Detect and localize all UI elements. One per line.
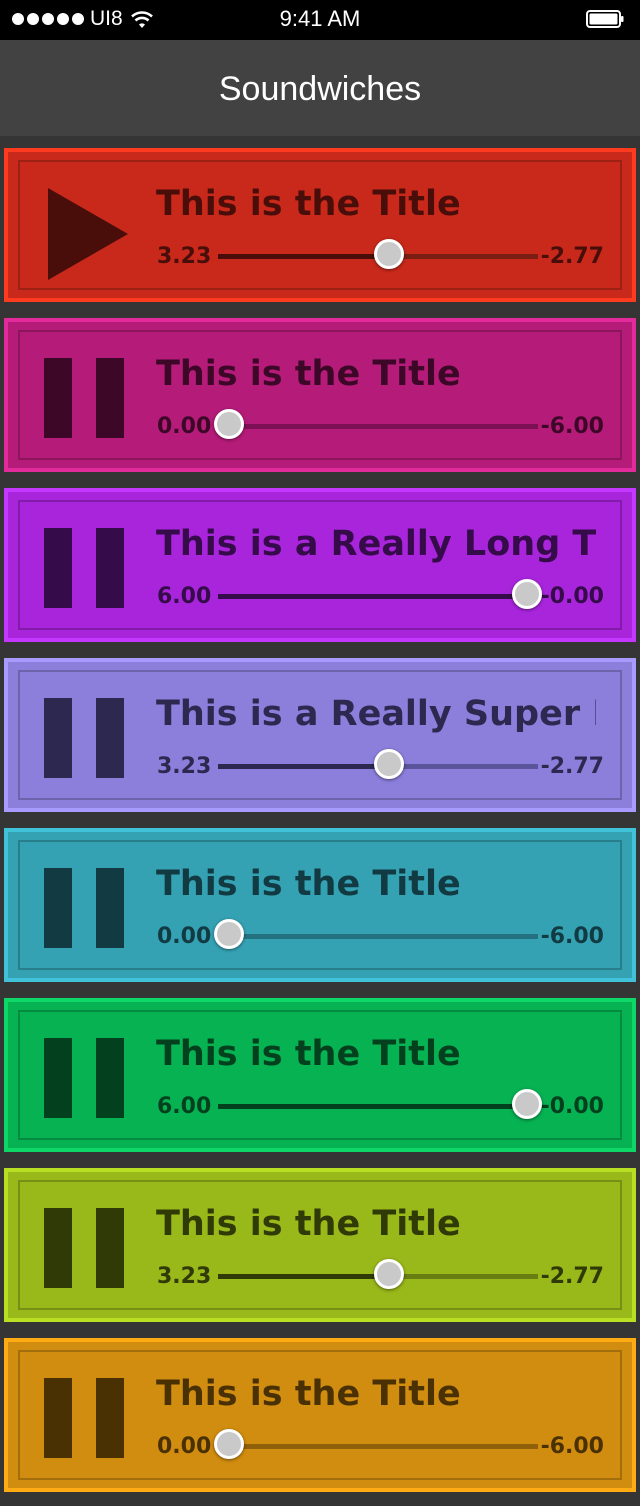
track-cell[interactable]: This is the Title 0.00 -6.00: [4, 1338, 636, 1492]
track-cell[interactable]: This is the Title 3.23 -2.77: [4, 148, 636, 302]
remaining-time: -0.00: [540, 584, 604, 609]
remaining-time: -6.00: [540, 1434, 604, 1459]
pause-bar: [96, 358, 124, 438]
progress-fill: [218, 254, 391, 259]
elapsed-time: 6.00: [157, 1094, 212, 1119]
elapsed-time: 0.00: [157, 1434, 212, 1459]
pause-button[interactable]: [44, 868, 128, 950]
elapsed-time: 0.00: [157, 414, 212, 439]
nav-title: Soundwiches: [218, 70, 422, 108]
track-cell[interactable]: This is a Really Super Lo... 3.23 -2.77: [4, 658, 636, 812]
navigation-bar: Soundwiches: [0, 40, 640, 136]
track-list[interactable]: This is the Title 3.23 -2.77 This is the Ti…: [0, 136, 640, 1506]
track-cell[interactable]: This is a Really Long Title 6.00 -0.00: [4, 488, 636, 642]
track-cell[interactable]: This is the Title 6.00 -0.00: [4, 998, 636, 1152]
elapsed-time: 3.23: [157, 754, 212, 779]
pause-bar: [44, 1208, 72, 1288]
pause-bar: [44, 698, 72, 778]
elapsed-time: 3.23: [157, 1264, 212, 1289]
pause-bar: [96, 1038, 124, 1118]
track-cell[interactable]: This is the Title 0.00 -6.00: [4, 828, 636, 982]
track-cell[interactable]: This is the Title 3.23 -2.77: [4, 1168, 636, 1322]
remaining-time: -6.00: [540, 924, 604, 949]
pause-button[interactable]: [44, 1038, 128, 1120]
pause-button[interactable]: [44, 698, 128, 780]
elapsed-time: 6.00: [157, 584, 212, 609]
remaining-time: -6.00: [540, 414, 604, 439]
pause-bar: [44, 358, 72, 438]
slider-thumb[interactable]: [512, 579, 542, 609]
track-cell[interactable]: This is the Title 0.00 -6.00: [4, 318, 636, 472]
battery-icon: [586, 10, 624, 28]
pause-bar: [96, 528, 124, 608]
pause-bar: [96, 698, 124, 778]
progress-slider[interactable]: [218, 594, 538, 599]
progress-fill: [218, 594, 538, 599]
progress-slider[interactable]: [218, 1104, 538, 1109]
pause-bar: [44, 868, 72, 948]
progress-slider[interactable]: [218, 934, 538, 939]
progress-fill: [218, 764, 391, 769]
track-title: This is the Title: [156, 1374, 461, 1414]
remaining-time: -2.77: [540, 754, 604, 779]
pause-bar: [96, 1378, 124, 1458]
slider-thumb[interactable]: [214, 919, 244, 949]
track-title: This is the Title: [156, 1204, 461, 1244]
progress-fill: [218, 1274, 391, 1279]
progress-slider[interactable]: [218, 1444, 538, 1449]
pause-button[interactable]: [44, 1208, 128, 1290]
play-button[interactable]: [44, 188, 128, 280]
pause-bar: [44, 1378, 72, 1458]
track-title: This is the Title: [156, 1034, 461, 1074]
pause-bar: [44, 1038, 72, 1118]
status-time: 9:41 AM: [279, 6, 361, 31]
remaining-time: -0.00: [540, 1094, 604, 1119]
elapsed-time: 0.00: [157, 924, 212, 949]
track-title: This is a Really Long Title: [156, 524, 596, 564]
status-bar: UI8 9:41 AM: [0, 0, 640, 40]
pause-bar: [96, 1208, 124, 1288]
track-title: This is the Title: [156, 864, 461, 904]
progress-slider[interactable]: [218, 424, 538, 429]
slider-thumb[interactable]: [214, 409, 244, 439]
elapsed-time: 3.23: [157, 244, 212, 269]
remaining-time: -2.77: [540, 1264, 604, 1289]
pause-bar: [44, 528, 72, 608]
slider-thumb[interactable]: [512, 1089, 542, 1119]
track-title: This is the Title: [156, 184, 461, 224]
slider-thumb[interactable]: [214, 1429, 244, 1459]
pause-button[interactable]: [44, 1378, 128, 1460]
remaining-time: -2.77: [540, 244, 604, 269]
pause-bar: [96, 868, 124, 948]
play-icon: [48, 188, 128, 280]
pause-button[interactable]: [44, 528, 128, 610]
progress-fill: [218, 1104, 538, 1109]
pause-button[interactable]: [44, 358, 128, 440]
track-title: This is the Title: [156, 354, 461, 394]
track-title: This is a Really Super Lo...: [156, 694, 596, 734]
